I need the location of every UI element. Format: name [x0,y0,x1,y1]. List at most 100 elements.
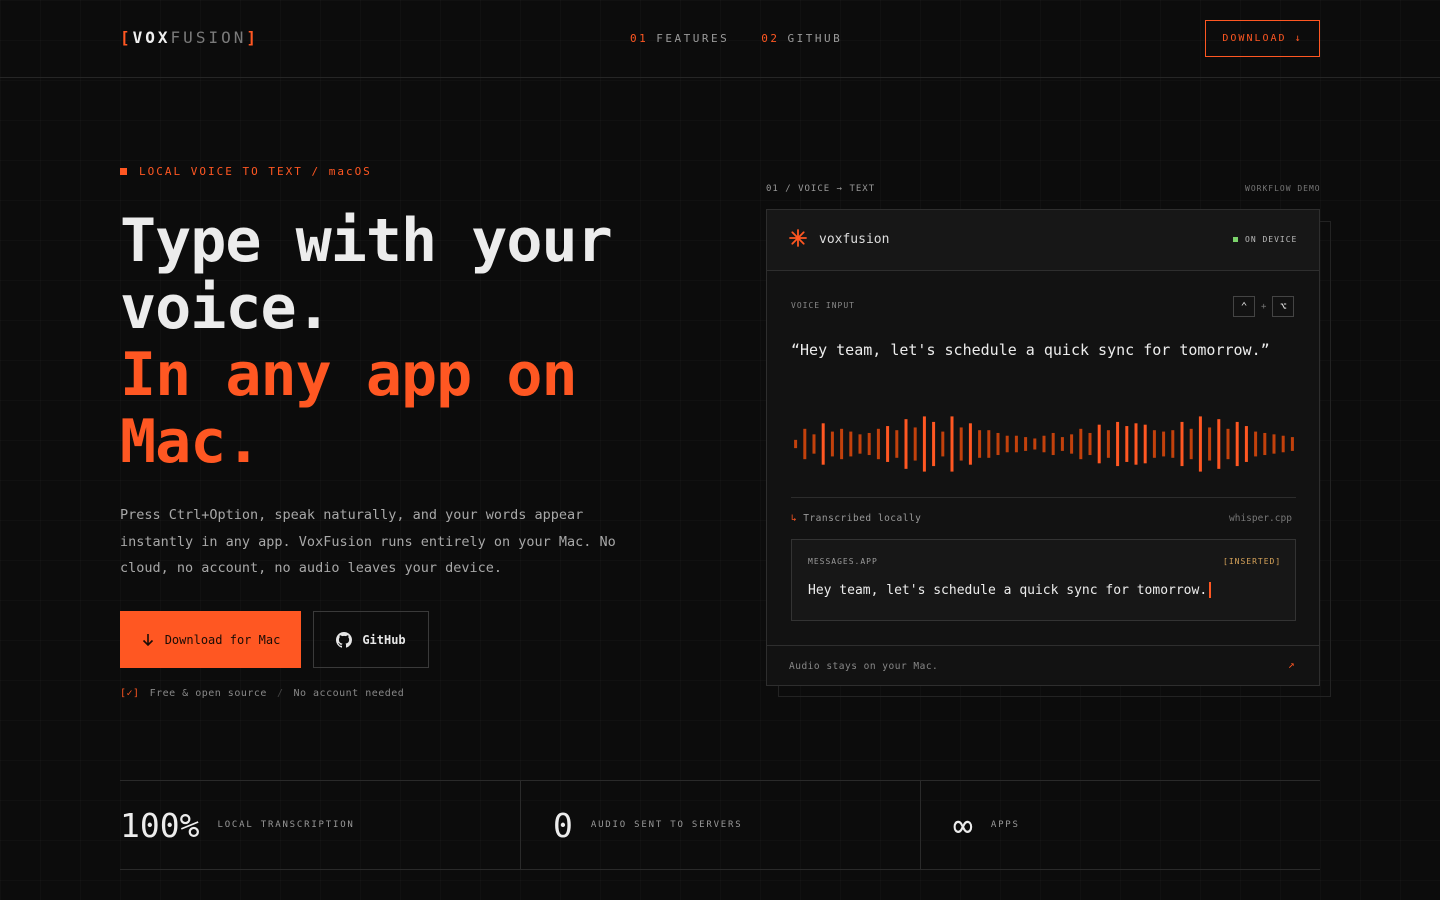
demo-label-left: 01 / VOICE → TEXT [766,184,876,194]
plus-sign: + [1261,301,1267,312]
waveform-bar [794,439,798,449]
voice-input-label: VOICE INPUT [791,301,855,310]
nav-item-github[interactable]: 02 GITHUB [761,32,842,45]
hero-description: Press Ctrl+Option, speak naturally, and … [120,507,616,576]
hero-headline: Type with your voice. In any app on Mac. [120,208,640,476]
panel-header: voxfusion ON DEVICE [767,210,1319,271]
waveform-bar [1014,435,1018,453]
waveform-bar [1106,430,1110,458]
hero-notes: [✓] Free & open source / No account need… [120,688,404,699]
check-icon: [✓] [120,688,140,699]
download-for-mac-button[interactable]: Download for Mac [120,611,301,668]
workflow-demo-panel: voxfusion ON DEVICE VOICE INPUT ⌃ + ⌥ “H… [766,209,1320,686]
main-nav: 01 FEATURES 02 GITHUB [630,32,842,45]
message-preview: MESSAGES.APP [INSERTED] Hey team, let's … [791,539,1296,621]
waveform-bar [987,430,991,458]
waveform-bar [876,428,880,460]
waveform-bar [1171,430,1175,458]
waveform-bar [1079,428,1083,460]
demo-label-right: WORKFLOW DEMO [1245,184,1321,193]
waveform-bar [1235,421,1239,467]
site-header: [VOXFUSION] 01 FEATURES 02 GITHUB DOWNLOAD… [0,0,1440,78]
waveform-bar [1217,419,1221,469]
return-arrow-icon: ↳ [791,513,798,524]
waveform-bar [1180,421,1184,467]
waveform-bar [1070,434,1074,454]
waveform-bar [978,430,982,458]
logo-part-fusion: FUSION [170,28,247,47]
shortcut-keys: ⌃ + ⌥ [1233,296,1295,317]
text-caret [1209,582,1212,598]
waveform-bar [950,416,954,472]
stat-local-transcription: 100% LOCAL TRANSCRIPTION [120,781,520,869]
stats-bar: 100% LOCAL TRANSCRIPTION 0 AUDIO SENT TO… [120,780,1320,870]
waveform-bar [1051,432,1055,456]
note-separator: / [276,688,284,699]
waveform-bar [895,430,899,458]
waveform-bar [1134,423,1138,465]
transcribed-text: Transcribed locally [803,513,922,524]
waveform-bar [996,432,1000,456]
waveform-bar [1208,427,1212,461]
on-device-badge: ON DEVICE [1233,235,1297,244]
stat-label: APPS [990,820,1020,830]
waveform-bar [913,427,917,461]
message-text: Hey team, let's schedule a quick sync fo… [808,582,1208,598]
footer-text: Audio stays on your Mac. [789,661,939,672]
waveform-bar [1290,437,1294,451]
external-arrow-icon[interactable]: ↗ [1288,658,1295,671]
waveform-bar [830,431,834,457]
stat-apps: ∞ APPS [920,781,1320,869]
hero-eyebrow: LOCAL VOICE TO TEXT / macOS [120,165,372,178]
logo[interactable]: [VOXFUSION] [120,28,259,47]
waveform-bar [1143,424,1147,464]
header-download-button[interactable]: DOWNLOAD ↓ [1205,20,1320,57]
logo-bracket-open: [ [120,28,133,47]
stat-value: 100% [120,805,200,845]
status-dot-icon [1233,237,1238,242]
audio-waveform [794,416,1294,472]
panel-footer: Audio stays on your Mac. ↗ [767,645,1319,685]
panel-divider [791,497,1296,498]
nav-num: 01 [630,32,649,45]
stat-label: AUDIO SENT TO SERVERS [590,820,743,830]
asterisk-logo-icon [789,229,807,247]
stat-label: LOCAL TRANSCRIPTION [217,820,355,830]
waveform-bar [1088,432,1092,456]
waveform-bar [821,423,825,465]
waveform-bar [840,428,844,460]
status-text: ON DEVICE [1245,235,1298,244]
waveform-bar [858,434,862,454]
logo-bracket-close: ] [246,28,259,47]
inserted-badge: [INSERTED] [1223,557,1282,566]
waveform-bar [1060,437,1064,451]
waveform-bar [1189,428,1193,460]
stat-value: ∞ [953,805,973,845]
note-no-account: No account needed [293,688,405,699]
transcribed-status: ↳ Transcribed locally [791,513,921,524]
waveform-bar [959,427,963,461]
download-arrow-icon [142,633,153,646]
option-key-icon: ⌥ [1272,296,1295,317]
nav-label: GITHUB [787,32,843,45]
headline-line-2: In any app on Mac. [120,340,578,477]
waveform-bar [1024,437,1028,451]
waveform-bar [1244,426,1248,462]
nav-label: FEATURES [656,32,730,45]
waveform-bar [1033,438,1037,450]
waveform-bar [1152,430,1156,458]
github-button[interactable]: GitHub [313,611,429,668]
message-app-label: MESSAGES.APP [808,557,878,566]
waveform-bar [1272,434,1276,454]
stat-value: 0 [553,805,573,845]
waveform-bar [1042,435,1046,453]
waveform-bar [867,432,871,456]
waveform-bar [1097,424,1101,464]
nav-num: 02 [761,32,780,45]
waveform-bar [922,416,926,472]
logo-part-vox: VOX [132,28,171,47]
eyebrow-square-icon [120,168,127,175]
nav-item-features[interactable]: 01 FEATURES [630,32,729,45]
waveform-bar [1116,421,1120,467]
ctrl-key-icon: ⌃ [1233,296,1255,317]
